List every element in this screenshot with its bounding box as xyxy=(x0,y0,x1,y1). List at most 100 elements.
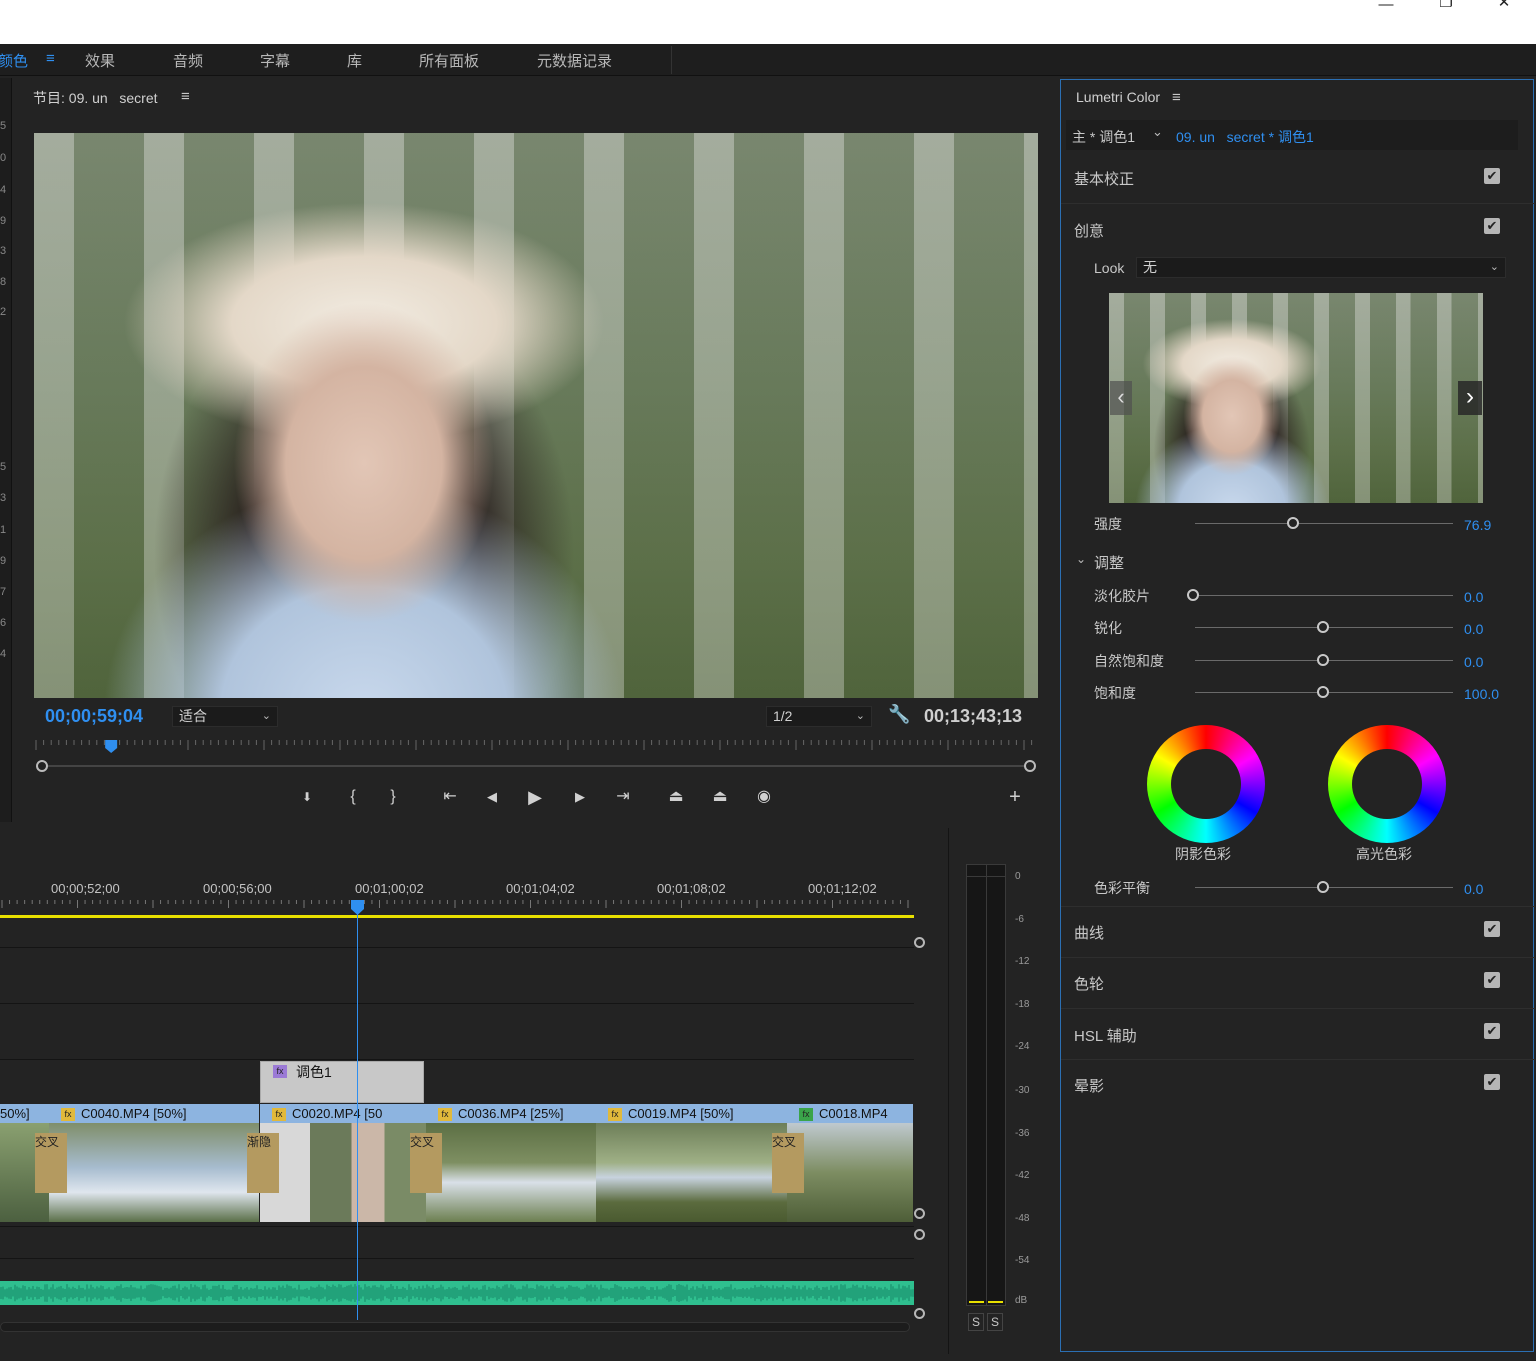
waveform-peak xyxy=(366,1286,368,1300)
vertical-zoom-handle[interactable] xyxy=(914,1208,925,1219)
lumetri-menu-icon[interactable]: ≡ xyxy=(1172,89,1181,106)
sequence-clip-label[interactable]: 09. un secret * 调色1 xyxy=(1176,127,1314,147)
master-clip-label[interactable]: 主 * 调色1 xyxy=(1072,127,1135,147)
waveform-peak xyxy=(394,1289,396,1297)
sharpen-value[interactable]: 0.0 xyxy=(1464,621,1483,637)
program-menu-icon[interactable]: ≡ xyxy=(181,88,190,105)
workspace-tab-libraries[interactable]: 库 xyxy=(347,50,362,71)
look-preview-image xyxy=(1109,293,1483,503)
transition-dip[interactable]: 渐隐 xyxy=(247,1133,279,1193)
chevron-down-icon[interactable]: ⌄ xyxy=(1076,552,1086,566)
creative-checkbox[interactable]: ✔ xyxy=(1484,218,1500,234)
mark-in-button[interactable]: { xyxy=(340,786,366,808)
vibrance-slider-knob[interactable] xyxy=(1317,654,1329,666)
faded-film-slider-track[interactable] xyxy=(1195,595,1453,596)
adjustments-header[interactable]: 调整 xyxy=(1094,552,1124,573)
section-color-wheels[interactable]: 色轮 xyxy=(1074,973,1104,994)
saturation-slider-knob[interactable] xyxy=(1317,686,1329,698)
curves-checkbox[interactable]: ✔ xyxy=(1484,921,1500,937)
ruler-ticks xyxy=(35,740,1033,750)
button-editor-button[interactable]: + xyxy=(1002,786,1028,808)
video-clip[interactable]: fx C0036.MP4 [25%] xyxy=(426,1104,596,1222)
look-prev-button[interactable]: ‹ xyxy=(1110,381,1132,415)
transition-cross-dissolve[interactable]: 交叉 xyxy=(772,1133,804,1193)
program-time-ruler[interactable] xyxy=(34,740,1038,780)
section-creative[interactable]: 创意 xyxy=(1074,220,1104,241)
workspace-tab-audio[interactable]: 音频 xyxy=(173,50,203,71)
transition-cross-dissolve[interactable]: 交叉 xyxy=(35,1133,67,1193)
go-to-out-button[interactable]: ⇥ xyxy=(610,786,636,808)
zoom-handle-right[interactable] xyxy=(1024,760,1036,772)
intensity-value[interactable]: 76.9 xyxy=(1464,517,1491,533)
minimize-button[interactable]: — xyxy=(1366,0,1406,20)
waveform-peak xyxy=(110,1289,112,1297)
video-clip[interactable]: fx C0019.MP4 [50%] xyxy=(596,1104,787,1222)
waveform-peak xyxy=(374,1285,376,1301)
solo-left-button[interactable]: S xyxy=(968,1313,984,1331)
fit-dropdown[interactable]: 适合 ⌄ xyxy=(172,706,278,727)
add-marker-button[interactable]: ⬇ xyxy=(294,786,320,808)
extract-button[interactable]: ⏏ xyxy=(707,786,733,808)
solo-right-button[interactable]: S xyxy=(987,1313,1003,1331)
audio-waveform[interactable] xyxy=(0,1276,914,1310)
workspace-menu-icon[interactable]: ≡ xyxy=(46,50,55,67)
workspace-tab-all-panels[interactable]: 所有面板 xyxy=(419,50,479,71)
adjustment-layer-clip[interactable]: fx 调色1 xyxy=(260,1061,424,1103)
program-playhead[interactable] xyxy=(105,740,118,753)
transition-cross-dissolve[interactable]: 交叉 xyxy=(410,1133,442,1193)
timeline-horizontal-scrollbar[interactable] xyxy=(0,1322,910,1332)
play-button[interactable]: ▶ xyxy=(522,786,548,808)
workspace-tab-color[interactable]: 颜色 xyxy=(0,50,28,71)
color-wheels-checkbox[interactable]: ✔ xyxy=(1484,972,1500,988)
tint-balance-value[interactable]: 0.0 xyxy=(1464,881,1483,897)
intensity-slider-track[interactable] xyxy=(1195,523,1453,524)
look-dropdown[interactable]: 无 ⌄ xyxy=(1136,257,1506,278)
section-vignette[interactable]: 晕影 xyxy=(1074,1075,1104,1096)
faded-film-slider-knob[interactable] xyxy=(1187,589,1199,601)
step-forward-button[interactable]: ▶ xyxy=(567,786,593,808)
vertical-zoom-handle[interactable] xyxy=(914,937,925,948)
video-clip[interactable]: fx C0018.MP4 xyxy=(787,1104,913,1222)
waveform-peak xyxy=(122,1288,124,1298)
close-window-button[interactable]: ✕ xyxy=(1484,0,1524,18)
sharpen-slider-knob[interactable] xyxy=(1317,621,1329,633)
lift-button[interactable]: ⏏ xyxy=(663,786,689,808)
look-next-button[interactable]: › xyxy=(1458,381,1482,415)
saturation-value[interactable]: 100.0 xyxy=(1464,686,1499,702)
vertical-zoom-handle[interactable] xyxy=(914,1229,925,1240)
restore-button[interactable]: ❐ xyxy=(1426,0,1466,18)
section-curves[interactable]: 曲线 xyxy=(1074,922,1104,943)
lumetri-panel-title[interactable]: Lumetri Color xyxy=(1076,89,1160,105)
workspace-tab-effects[interactable]: 效果 xyxy=(85,50,115,71)
faded-film-value[interactable]: 0.0 xyxy=(1464,589,1483,605)
step-back-button[interactable]: ◀ xyxy=(479,786,505,808)
playhead-timecode[interactable]: 00;00;59;04 xyxy=(45,706,143,727)
waveform-peak xyxy=(634,1286,636,1300)
section-basic-correction[interactable]: 基本校正 xyxy=(1074,168,1134,189)
resolution-dropdown[interactable]: 1/2 ⌄ xyxy=(766,706,872,727)
program-monitor-title[interactable]: 节目: 09. un secret xyxy=(33,88,158,108)
timeline-playhead-handle[interactable] xyxy=(351,900,365,916)
chevron-down-icon[interactable]: ⌄ xyxy=(1152,124,1163,140)
section-hsl-secondary[interactable]: HSL 辅助 xyxy=(1074,1025,1137,1046)
go-to-in-button[interactable]: ⇤ xyxy=(437,786,463,808)
vibrance-value[interactable]: 0.0 xyxy=(1464,654,1483,670)
workspace-tab-metadata[interactable]: 元数据记录 xyxy=(537,50,612,71)
wrench-icon[interactable]: 🔧 xyxy=(888,704,910,725)
hsl-secondary-checkbox[interactable]: ✔ xyxy=(1484,1023,1500,1039)
zoom-handle-left[interactable] xyxy=(36,760,48,772)
intensity-slider-knob[interactable] xyxy=(1287,517,1299,529)
video-clip[interactable]: fx C0040.MP4 [50%] xyxy=(49,1104,259,1222)
basic-correction-checkbox[interactable]: ✔ xyxy=(1484,168,1500,184)
highlight-tint-wheel[interactable] xyxy=(1328,725,1446,843)
timeline-playhead-line[interactable] xyxy=(357,908,358,1320)
mark-out-button[interactable]: } xyxy=(380,786,406,808)
video-clip[interactable]: fx C0020.MP4 [50 xyxy=(260,1104,426,1222)
workspace-tab-captions[interactable]: 字幕 xyxy=(260,50,290,71)
shadow-tint-wheel[interactable] xyxy=(1147,725,1265,843)
vignette-checkbox[interactable]: ✔ xyxy=(1484,1074,1500,1090)
export-frame-button[interactable]: ◉ xyxy=(751,786,777,808)
vertical-zoom-handle[interactable] xyxy=(914,1308,925,1319)
work-area-bar[interactable] xyxy=(0,915,914,918)
tint-balance-slider-knob[interactable] xyxy=(1317,881,1329,893)
